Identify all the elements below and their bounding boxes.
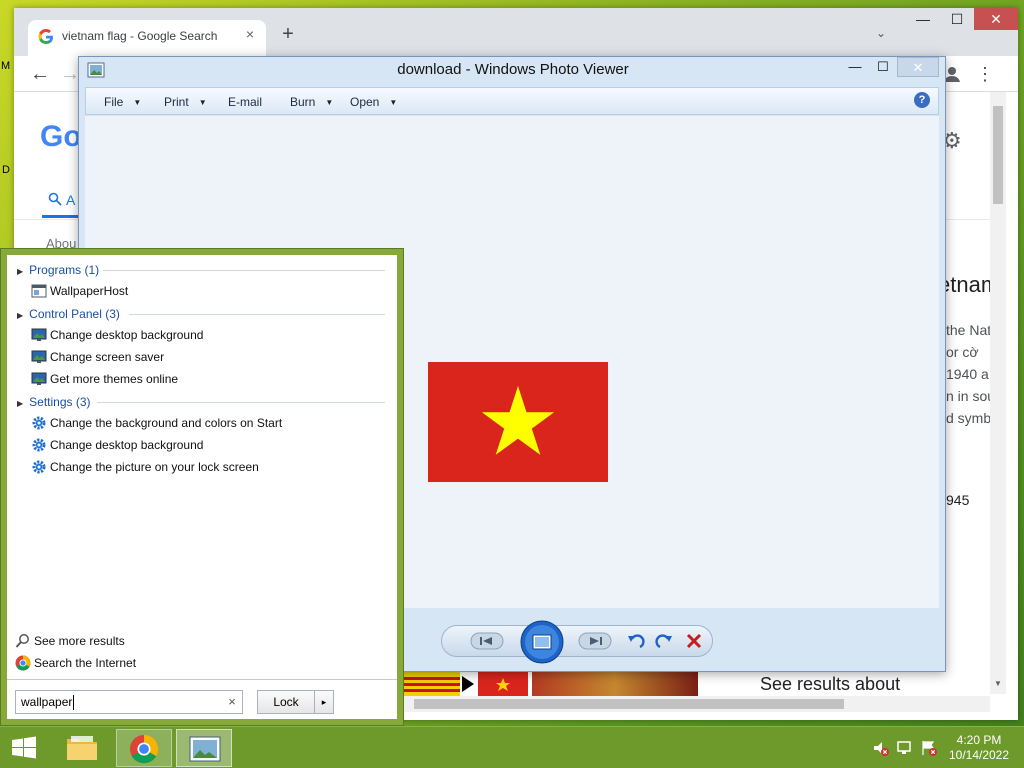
menu-open[interactable]: Open ▼ [350,95,397,109]
active-tab-indicator [42,215,82,218]
chrome-icon [129,734,159,764]
scrollbar-thumb[interactable] [993,106,1003,204]
window-title: download - Windows Photo Viewer [397,61,629,78]
monitor-icon [31,350,47,363]
google-logo[interactable]: Go [40,120,82,154]
help-icon[interactable]: ? [914,92,930,108]
monitor-icon [31,328,47,341]
knowledge-panel-text: n in sou [946,388,996,404]
clear-search-button[interactable]: × [224,694,240,710]
group-programs[interactable]: ▶ Programs (1) [17,263,99,277]
divider [129,314,385,315]
clock-date: 10/14/2022 [948,748,1010,762]
search-icon [15,634,29,648]
image-results-strip[interactable] [404,672,698,696]
vietnam-flag-image [428,362,608,482]
see-results-heading: See results about [760,674,901,694]
chrome-icon [15,655,31,671]
knowledge-panel-text: the Nat [946,322,992,338]
text-caret [73,695,74,710]
search-the-internet-link[interactable]: Search the Internet [15,653,215,673]
result-change-lock-screen[interactable]: Change the picture on your lock screen [31,457,391,477]
action-center-flag-icon[interactable] [920,739,938,757]
folder-icon [67,736,97,760]
new-tab-button[interactable]: + [278,24,298,44]
maximize-button[interactable]: ☐ [940,8,974,30]
volume-muted-icon[interactable] [872,739,890,757]
playback-controls [441,620,713,664]
search-input[interactable]: wallpaper × [15,690,243,714]
result-get-more-themes[interactable]: Get more themes online [31,369,391,389]
minimize-button[interactable]: — [841,57,869,77]
rotate-clockwise-icon[interactable] [654,632,674,652]
divider [103,270,385,271]
close-button[interactable]: ✕ [897,57,939,77]
see-more-results-link[interactable]: See more results [15,631,215,651]
search-results-list: ▶ Programs (1) WallpaperHost ▶ Control Pan… [7,255,397,679]
taskbar-photo-viewer[interactable] [176,729,232,767]
result-change-screen-saver[interactable]: Change screen saver [31,347,391,367]
knowledge-panel-value: 945 [946,492,970,508]
network-icon[interactable] [896,739,914,757]
next-icon[interactable] [578,632,612,650]
menu-file[interactable]: File ▼ [104,95,141,109]
previous-icon[interactable] [470,632,504,650]
chrome-menu-button[interactable]: ⋮ [976,62,994,86]
google-icon [38,29,53,44]
start-search-panel: ▶ Programs (1) WallpaperHost ▶ Control Pan… [0,248,404,726]
delete-icon[interactable] [684,631,704,651]
scrollbar-thumb[interactable] [414,699,844,709]
search-query: wallpaper [21,695,73,709]
knowledge-panel-text: or cờ [946,344,979,360]
result-change-desktop-background[interactable]: Change desktop background [31,325,391,345]
menu-print[interactable]: Print ▼ [164,95,207,109]
clock-time: 4:20 PM [956,733,1002,747]
result-change-start-colors[interactable]: Change the background and colors on Star… [31,413,391,433]
minimize-button[interactable]: — [906,8,940,30]
windows-start-icon[interactable] [6,733,42,763]
scroll-down-arrow[interactable]: ▼ [990,676,1006,692]
rotate-counterclockwise-icon[interactable] [626,632,646,652]
search-icon [48,192,62,206]
desktop-icon-label: M [1,60,11,72]
tab-close-button[interactable]: × [242,26,258,42]
gear-icon [32,416,46,430]
group-control-panel[interactable]: ▶ Control Panel (3) [17,307,120,321]
slideshow-icon[interactable] [520,620,564,664]
result-wallpaperhost[interactable]: WallpaperHost [31,281,391,301]
group-settings[interactable]: ▶ Settings (3) [17,395,91,409]
desktop-icon-label: D [2,164,10,176]
chrome-tab-strip: vietnam flag - Google Search × + ⌄ — ☐ ✕ [14,8,1018,56]
system-clock[interactable]: 4:20 PM 10/14/2022 [942,733,1016,763]
menu-burn[interactable]: Burn ▼ [290,95,333,109]
menu-email[interactable]: E-mail [228,95,262,109]
close-button[interactable]: ✕ [974,8,1018,30]
photo-viewer-icon [189,736,221,762]
horizontal-scrollbar[interactable] [404,696,990,712]
knowledge-panel-text: 1940 a [946,366,989,382]
browser-tab[interactable]: vietnam flag - Google Search × [28,20,266,56]
power-options-arrow[interactable]: ▸ [314,690,334,714]
gear-icon [32,460,46,474]
lock-button[interactable]: Lock [257,690,315,714]
back-button[interactable]: ← [28,62,52,86]
tab-search-button[interactable]: ⌄ [876,26,886,40]
photo-viewer-menubar: File ▼ Print ▼ E-mail Burn ▼ Open ▼ ? [85,87,939,115]
taskbar: 4:20 PM 10/14/2022 [0,726,1024,768]
taskbar-file-explorer[interactable] [54,729,110,767]
tab-all[interactable]: A [66,192,75,208]
taskbar-chrome[interactable] [116,729,172,767]
monitor-icon [31,372,47,385]
result-change-desktop-background-settings[interactable]: Change desktop background [31,435,391,455]
vertical-scrollbar[interactable]: ▼ [990,92,1006,694]
forward-button[interactable]: → [60,62,80,86]
divider [97,402,385,403]
tab-title: vietnam flag - Google Search [62,29,218,43]
gear-icon [32,438,46,452]
search-bar-area: wallpaper × Lock ▸ [7,679,397,719]
maximize-button[interactable]: ☐ [869,57,897,77]
application-icon [31,284,47,298]
